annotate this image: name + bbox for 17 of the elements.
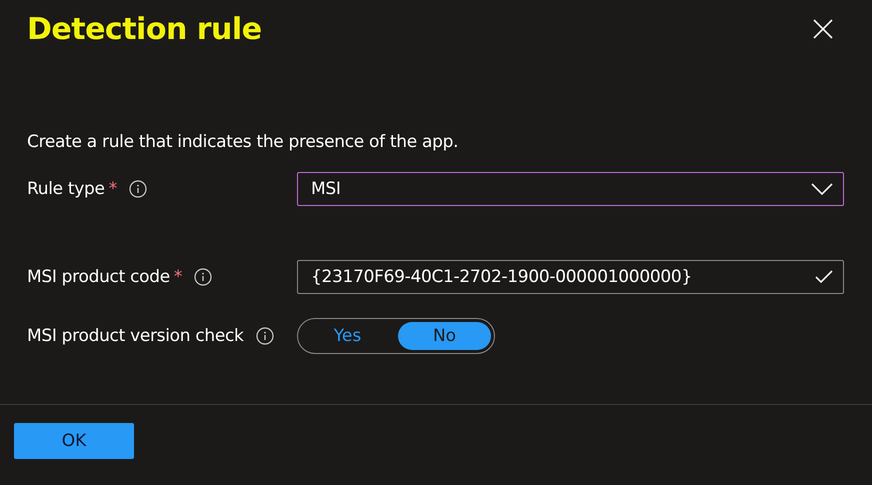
close-button[interactable]	[812, 18, 834, 40]
info-icon[interactable]	[128, 180, 147, 198]
ok-button[interactable]: OK	[14, 423, 134, 459]
dialog-title: Detection rule	[27, 12, 262, 46]
chevron-icon	[811, 182, 833, 196]
input-field[interactable]: {23170F69-40C1-2702-1900-000001000000}	[297, 260, 844, 294]
toggle-option[interactable]: No	[398, 322, 491, 350]
field-label: Rule type	[27, 179, 105, 199]
info-icon[interactable]	[256, 327, 274, 345]
field-label: MSI product version check	[27, 326, 244, 346]
field-label: MSI product code	[27, 267, 170, 287]
dropdown[interactable]: MSI	[297, 172, 844, 206]
info-icon[interactable]	[194, 268, 212, 286]
description: Create a rule that indicates the presence of the app.	[27, 132, 460, 152]
required-mark: *	[174, 267, 182, 287]
toggle-option[interactable]: Yes	[301, 322, 394, 350]
required-mark: *	[108, 179, 117, 199]
